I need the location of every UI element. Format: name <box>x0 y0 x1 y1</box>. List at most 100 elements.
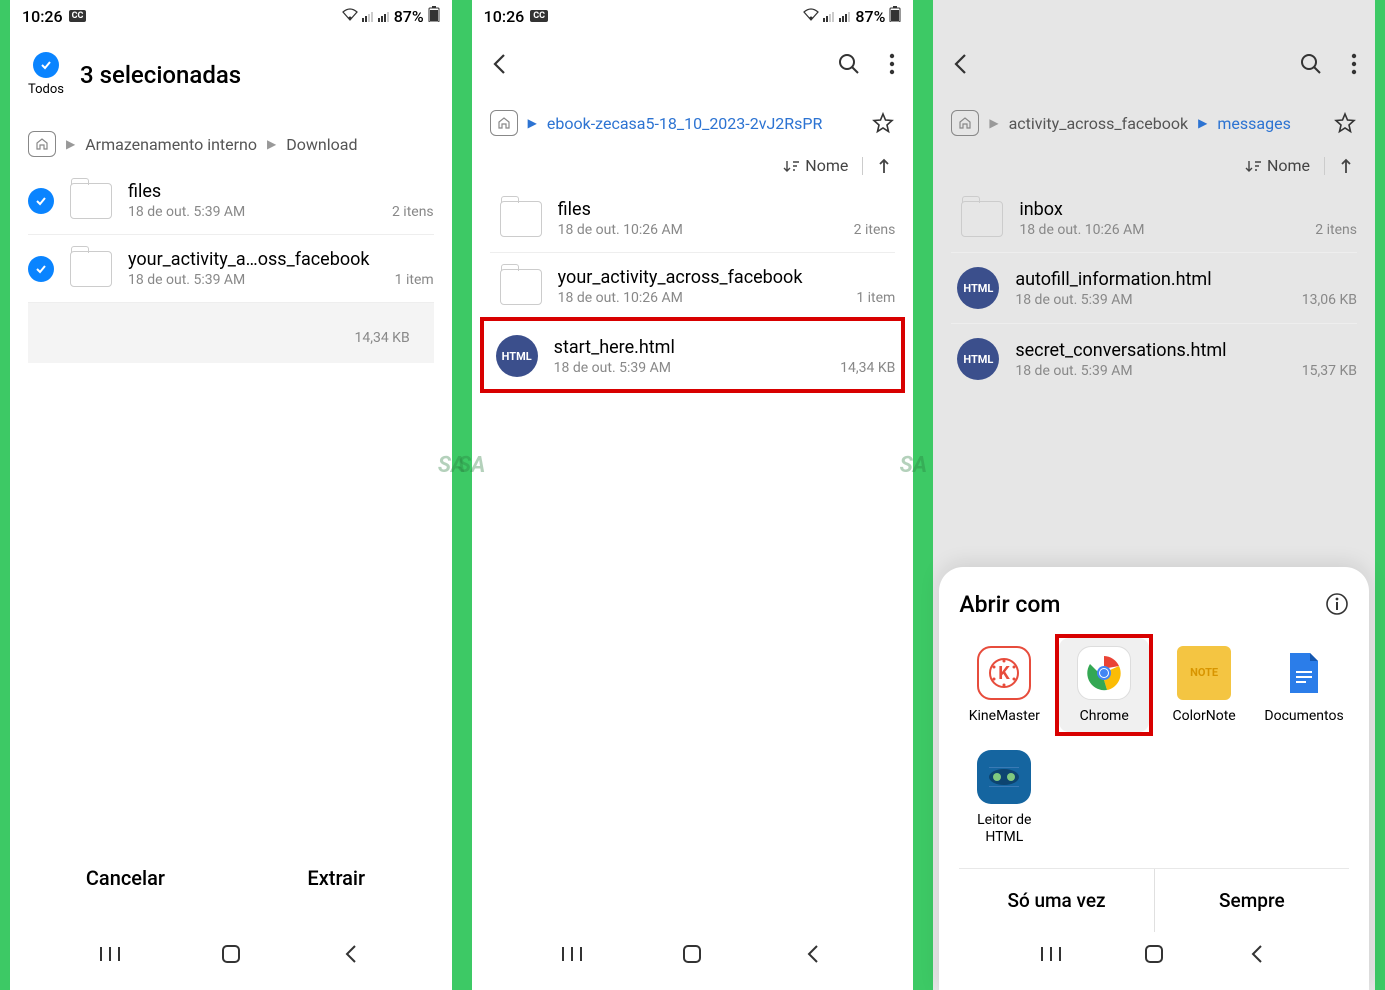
back-button[interactable] <box>951 52 969 76</box>
recents-nav-icon[interactable] <box>1039 942 1063 966</box>
more-menu-button[interactable] <box>889 53 895 75</box>
file-item-folder[interactable]: files 18 de out. 5:39 AM 2 itens <box>28 167 434 235</box>
sheet-title: Abrir com <box>959 591 1060 618</box>
breadcrumb: ▶ activity_across_facebook ▶ messages <box>933 92 1375 146</box>
sort-button[interactable]: Nome <box>783 156 848 175</box>
breadcrumb-item-current[interactable]: ebook-zecasa5-18_10_2023-2vJ2RsPR <box>547 114 822 133</box>
sort-button[interactable]: Nome <box>1245 156 1310 175</box>
favorite-button[interactable] <box>871 111 895 135</box>
file-meta: 1 item <box>856 290 895 306</box>
breadcrumb-item-1[interactable]: activity_across_facebook <box>1009 114 1189 133</box>
file-name: files <box>128 181 434 202</box>
breadcrumb-item-current[interactable]: messages <box>1217 114 1290 133</box>
file-date: 18 de out. 10:26 AM <box>558 290 683 306</box>
sort-direction-button[interactable] <box>877 157 891 175</box>
file-item-folder[interactable]: your_activity_across_facebook 18 de out.… <box>490 253 896 321</box>
file-name: files <box>558 199 896 220</box>
home-icon[interactable] <box>28 131 56 157</box>
app-docs[interactable]: Documentos <box>1259 638 1349 733</box>
home-nav-icon[interactable] <box>219 942 243 966</box>
breadcrumb: ▶ ebook-zecasa5-18_10_2023-2vJ2RsPR <box>472 92 914 146</box>
file-date: 18 de out. 5:39 AM <box>128 272 245 288</box>
bottom-actions: Cancelar Extrair <box>10 832 452 924</box>
recents-nav-icon[interactable] <box>98 942 122 966</box>
file-meta: 2 itens <box>392 204 434 220</box>
checkbox-checked-icon[interactable] <box>28 188 54 214</box>
signal-icon-1 <box>362 7 374 26</box>
file-meta: 2 itens <box>1315 222 1357 238</box>
favorite-button[interactable] <box>1333 111 1357 135</box>
search-button[interactable] <box>837 52 861 76</box>
app-htmlreader[interactable]: Leitor de HTML <box>959 742 1049 854</box>
file-item-html[interactable]: HTML start_here.html 18 de out. 5:39 AM … <box>490 321 896 391</box>
recents-nav-icon[interactable] <box>560 942 584 966</box>
file-meta: 1 item <box>395 272 434 288</box>
cancel-button[interactable]: Cancelar <box>40 854 211 902</box>
checkbox-checked-icon[interactable] <box>28 256 54 282</box>
file-item-html[interactable]: HTML autofill_information.html 18 de out… <box>951 253 1357 324</box>
cc-icon: CC <box>530 10 548 22</box>
extract-button[interactable]: Extrair <box>251 854 422 902</box>
nav-bar <box>959 932 1349 990</box>
always-button[interactable]: Sempre <box>1155 869 1349 932</box>
app-colornote[interactable]: NOTE ColorNote <box>1159 638 1249 733</box>
crumb-sep-icon: ▶ <box>267 137 276 151</box>
html-badge-icon: HTML <box>957 267 999 309</box>
home-icon[interactable] <box>951 110 979 136</box>
sort-bar: Nome <box>472 146 914 185</box>
folder-icon <box>500 269 542 305</box>
crumb-sep-icon: ▶ <box>989 116 998 130</box>
sheet-actions: Só uma vez Sempre <box>959 868 1349 932</box>
file-meta: 15,37 KB <box>1302 363 1357 379</box>
colornote-icon: NOTE <box>1177 646 1231 700</box>
file-item-folder[interactable]: your_activity_a…oss_facebook 18 de out. … <box>28 235 434 303</box>
app-label: Documentos <box>1264 708 1343 725</box>
header <box>472 32 914 92</box>
back-nav-icon[interactable] <box>1245 942 1269 966</box>
folder-icon <box>70 183 112 219</box>
docs-icon <box>1277 646 1331 700</box>
file-item-html[interactable]: HTML secret_conversations.html 18 de out… <box>951 324 1357 394</box>
file-date: 18 de out. 5:39 AM <box>1015 363 1132 379</box>
htmlreader-icon <box>977 750 1031 804</box>
battery-percent: 87% <box>394 7 424 26</box>
sort-label: Nome <box>1267 156 1310 175</box>
file-name: autofill_information.html <box>1015 269 1357 290</box>
more-menu-button[interactable] <box>1351 53 1357 75</box>
divider <box>1324 157 1325 175</box>
html-badge-icon: HTML <box>957 338 999 380</box>
home-nav-icon[interactable] <box>680 942 704 966</box>
signal-icon-2 <box>839 7 851 26</box>
back-nav-icon[interactable] <box>339 942 363 966</box>
nav-bar <box>10 924 452 990</box>
once-button[interactable]: Só uma vez <box>959 869 1153 932</box>
file-item-folder[interactable]: files 18 de out. 10:26 AM 2 itens <box>490 185 896 253</box>
file-item-folder[interactable]: inbox 18 de out. 10:26 AM2 itens <box>951 185 1357 253</box>
cc-icon: CC <box>69 10 87 22</box>
home-nav-icon[interactable] <box>1142 942 1166 966</box>
header <box>933 32 1375 92</box>
file-date: 18 de out. 10:26 AM <box>1019 222 1144 238</box>
info-button[interactable] <box>1325 592 1349 616</box>
app-grid: K KineMaster Chrome NOTE ColorNote <box>959 638 1349 854</box>
breadcrumb-item-1[interactable]: Armazenamento interno <box>85 135 257 154</box>
status-bar: 10:26 CC 87% <box>472 0 914 32</box>
nav-bar <box>472 924 914 990</box>
app-label: KineMaster <box>969 708 1040 725</box>
back-button[interactable] <box>490 52 508 76</box>
sort-direction-button[interactable] <box>1339 157 1353 175</box>
file-name: your_activity_across_facebook <box>558 267 896 288</box>
app-chrome[interactable]: Chrome <box>1059 638 1149 733</box>
page-title: 3 selecionadas <box>80 61 434 89</box>
battery-icon <box>428 6 440 26</box>
back-nav-icon[interactable] <box>801 942 825 966</box>
sort-label: Nome <box>805 156 848 175</box>
search-button[interactable] <box>1299 52 1323 76</box>
select-all-button[interactable]: Todos <box>28 52 64 97</box>
signal-icon-1 <box>823 7 835 26</box>
breadcrumb-item-2[interactable]: Download <box>286 135 357 154</box>
file-date: 18 de out. 5:39 AM <box>1015 292 1132 308</box>
home-icon[interactable] <box>490 110 518 136</box>
app-kinemaster[interactable]: K KineMaster <box>959 638 1049 733</box>
wifi-icon <box>803 7 819 26</box>
